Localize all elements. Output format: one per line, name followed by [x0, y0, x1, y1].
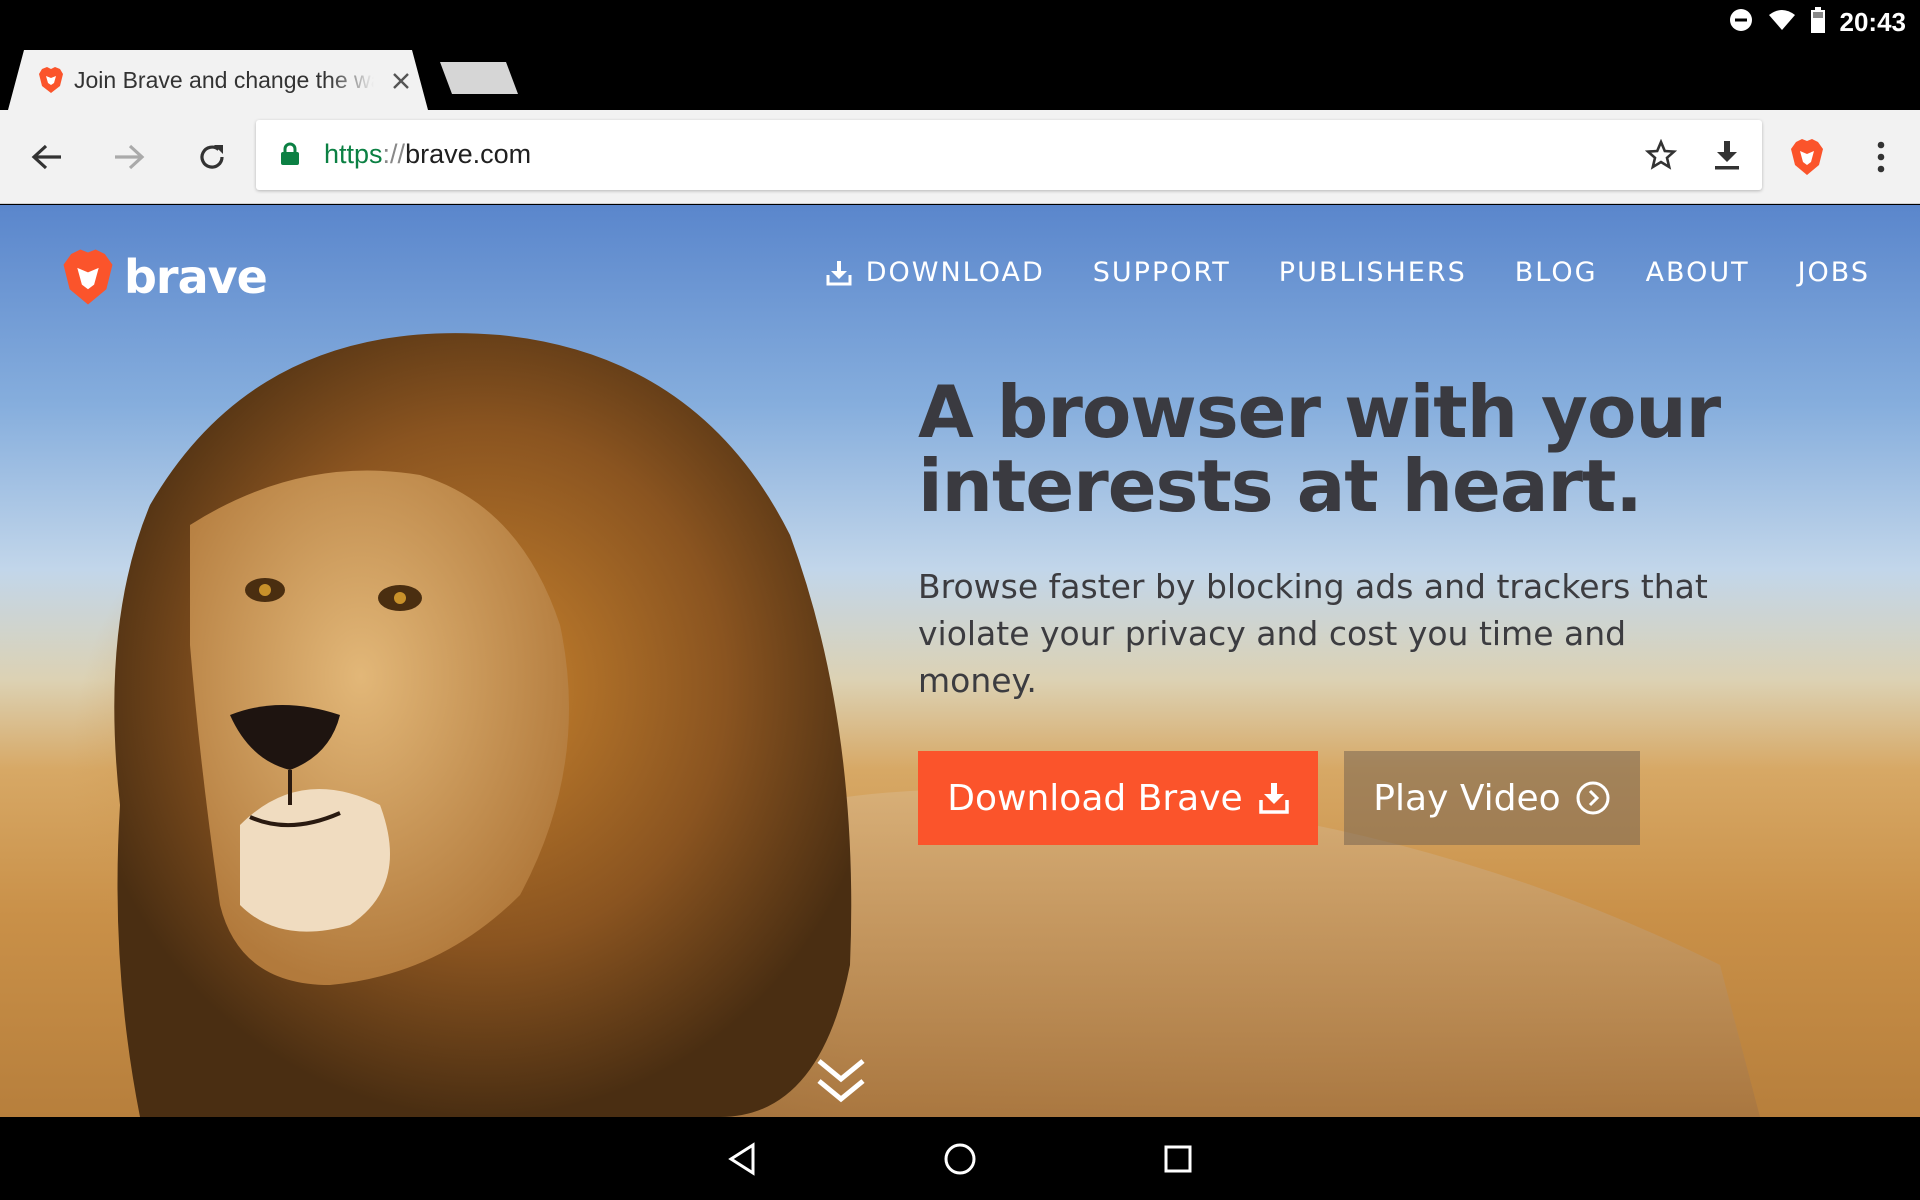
- url-host: brave.com: [405, 139, 532, 169]
- hero-subtext: Browse faster by blocking ads and tracke…: [918, 567, 1708, 700]
- reload-button[interactable]: [187, 132, 237, 182]
- tab-strip: Join Brave and change the way you browse: [0, 44, 1920, 110]
- hero-headline: A browser with your interests at heart.: [918, 375, 1798, 523]
- logo-wordmark: brave: [124, 250, 268, 304]
- overflow-menu-icon: [1877, 141, 1885, 173]
- url-separator: ://: [382, 139, 406, 169]
- url-scheme: https: [324, 139, 383, 169]
- system-nav-bar: [0, 1117, 1920, 1200]
- site-nav: DOWNLOAD SUPPORT PUBLISHERS BLOG ABOUT J…: [826, 257, 1870, 288]
- clock: 20:43: [1839, 6, 1907, 37]
- wifi-icon: [1768, 9, 1796, 36]
- nav-blog[interactable]: BLOG: [1515, 257, 1598, 288]
- nav-download[interactable]: DOWNLOAD: [826, 257, 1045, 288]
- download-icon: [1258, 783, 1289, 814]
- nav-publishers[interactable]: PUBLISHERS: [1279, 257, 1467, 288]
- web-page: brave DOWNLOAD SUPPORT PUBLISHERS BLOG A…: [0, 205, 1920, 1117]
- headline-line-1: A browser with your: [918, 370, 1721, 454]
- forward-arrow-icon: [115, 144, 145, 170]
- menu-button[interactable]: [1856, 132, 1906, 182]
- forward-button[interactable]: [104, 132, 154, 182]
- new-tab-button[interactable]: [440, 62, 518, 94]
- system-home-icon[interactable]: [938, 1137, 982, 1181]
- nav-about[interactable]: ABOUT: [1646, 257, 1750, 288]
- brave-logo[interactable]: brave: [62, 247, 268, 307]
- back-arrow-icon: [31, 144, 61, 170]
- brave-lion-logo-icon: [63, 249, 113, 305]
- tab-title: Join Brave and change the way you browse: [74, 67, 374, 93]
- system-back-icon[interactable]: [720, 1137, 764, 1181]
- secure-lock-icon: [280, 142, 300, 171]
- download-icon: [826, 260, 852, 285]
- headline-line-2: interests at heart.: [918, 444, 1643, 528]
- browser-toolbar: https://brave.com: [0, 110, 1920, 204]
- nav-support[interactable]: SUPPORT: [1093, 257, 1231, 288]
- do-not-disturb-icon: [1728, 7, 1754, 38]
- address-bar[interactable]: https://brave.com: [256, 120, 1762, 190]
- play-video-button[interactable]: Play Video: [1344, 751, 1640, 845]
- nav-jobs[interactable]: JOBS: [1798, 257, 1870, 288]
- brave-shields-button[interactable]: [1782, 132, 1832, 182]
- download-brave-button[interactable]: Download Brave: [918, 751, 1318, 845]
- reload-icon: [200, 145, 224, 169]
- download-icon[interactable]: [1702, 130, 1752, 180]
- back-button[interactable]: [22, 132, 72, 182]
- brave-favicon-icon: [38, 66, 64, 94]
- scroll-down-icon[interactable]: [815, 1055, 867, 1112]
- url-text: https://brave.com: [324, 139, 531, 170]
- hero-section: A browser with your interests at heart. …: [918, 375, 1798, 704]
- hero-buttons: Download Brave Play Video: [918, 751, 1640, 845]
- play-circle-icon: [1576, 781, 1610, 815]
- nav-download-label: DOWNLOAD: [865, 257, 1045, 288]
- status-bar: 20:43: [0, 0, 1920, 44]
- browser-tab[interactable]: Join Brave and change the way you browse: [8, 50, 428, 110]
- brave-lion-icon: [1791, 139, 1823, 175]
- close-tab-icon[interactable]: [386, 66, 416, 96]
- battery-icon: [1810, 6, 1826, 38]
- bookmark-star-icon[interactable]: [1636, 130, 1686, 180]
- play-video-label: Play Video: [1373, 777, 1561, 819]
- download-brave-label: Download Brave: [947, 777, 1243, 819]
- system-recents-icon[interactable]: [1156, 1137, 1200, 1181]
